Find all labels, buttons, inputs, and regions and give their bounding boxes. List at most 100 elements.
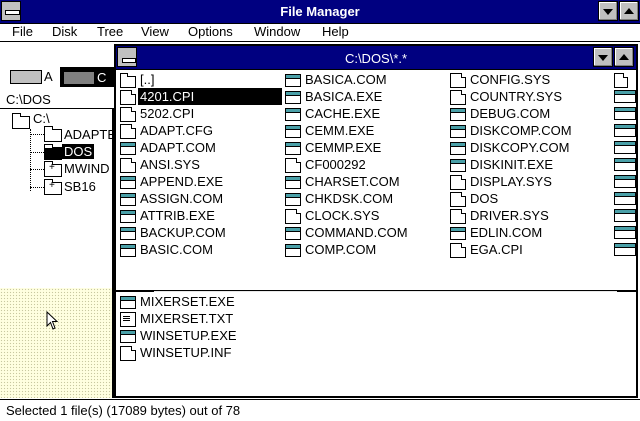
file-name: DOS [470,191,499,206]
file-name: APPEND.EXE [140,174,224,189]
drive-c[interactable]: C [60,67,114,87]
document-icon [450,209,466,224]
file-name: BACKUP.COM [140,225,226,240]
minimize-button[interactable] [598,1,618,21]
file-name: DISKCOPY.COM [470,140,570,155]
plus-icon: + [49,180,55,191]
file-name: CHARSET.COM [305,174,400,189]
program-icon[interactable] [614,158,636,171]
menu-file[interactable]: File [12,24,33,39]
menu-window[interactable]: Window [254,24,300,39]
file-name: ANSI.SYS [140,157,200,172]
lower-file-list[interactable]: MIXERSET.EXE MIXERSET.TXT WINSETUP.EXE WINS… [116,292,636,396]
maximize-icon [624,8,634,14]
tree-item-mwind[interactable]: MWIND [64,161,110,176]
menu-disk[interactable]: Disk [52,24,77,39]
menu-bar: File Disk Tree View Options Window Help [0,24,640,42]
file-name: WINSETUP.EXE [140,328,237,343]
status-text: Selected 1 file(s) (17089 bytes) out of … [6,403,241,418]
tree-item-adapte[interactable]: ADAPTE [64,127,112,142]
program-icon[interactable] [614,90,636,103]
desktop-pattern-area [0,288,114,398]
drive-a[interactable]: A [8,67,58,87]
drive-bar: A C [0,64,114,90]
program-icon [285,244,301,257]
document-icon [120,107,136,122]
program-icon[interactable] [614,226,636,239]
menu-options[interactable]: Options [188,24,233,39]
directory-tree[interactable]: C:\ ADAPTE DOS + MWIND + SB16 [0,108,114,288]
file-name: DRIVER.SYS [470,208,549,223]
folder-icon [120,73,136,88]
current-path-label: C:\DOS [6,92,51,107]
program-icon[interactable] [614,243,636,256]
file-name: ASSIGN.COM [140,191,224,206]
program-icon[interactable] [614,141,636,154]
file-name: BASICA.COM [305,72,387,87]
file-name: ATTRIB.EXE [140,208,215,223]
program-icon[interactable] [614,192,636,205]
text-document-icon [120,312,136,327]
child-minimize-button[interactable] [593,47,613,67]
program-icon [285,74,301,87]
tree-connector [30,187,44,188]
program-icon[interactable] [614,175,636,188]
tree-item-dos[interactable]: DOS [62,144,95,159]
program-icon [450,108,466,121]
document-icon [120,90,136,105]
file-name: 4201.CPI [138,88,282,105]
program-icon[interactable] [614,124,636,137]
file-name: EGA.CPI [470,242,523,257]
file-name: WINSETUP.INF [140,345,232,360]
program-icon [450,125,466,138]
tree-item-sb16[interactable]: SB16 [64,179,96,194]
floppy-drive-icon [10,70,42,84]
file-name: [..] [140,72,155,87]
file-name: COUNTRY.SYS [470,89,562,104]
directory-window[interactable]: C:\DOS\*.* [..] 4201.CPI 5202.CPI ADAPT.CFG… [114,44,638,398]
status-bar: Selected 1 file(s) (17089 bytes) out of … [0,399,640,421]
file-name: BASIC.COM [140,242,213,257]
title-bar[interactable]: File Manager [0,0,640,24]
hard-drive-icon [63,71,95,85]
file-name: DEBUG.COM [470,106,551,121]
menu-tree[interactable]: Tree [97,24,123,39]
window-title: File Manager [280,4,360,19]
minimize-icon [598,55,608,61]
program-icon [120,142,136,155]
file-name: ADAPT.CFG [140,123,213,138]
document-icon [285,158,301,173]
plus-icon: + [49,162,55,173]
program-icon [450,142,466,155]
program-icon [285,227,301,240]
program-icon [120,227,136,240]
file-name: DISKCOMP.COM [470,123,572,138]
document-icon [285,209,301,224]
mouse-pointer-icon [46,311,59,330]
maximize-button[interactable] [619,1,639,21]
tree-root-label[interactable]: C:\ [33,111,50,126]
drive-c-label: C [97,70,107,85]
directory-window-title-bar[interactable]: C:\DOS\*.* [116,46,636,70]
program-icon[interactable] [614,107,636,120]
tree-connector [30,129,31,191]
child-maximize-button[interactable] [614,47,634,67]
open-folder-icon [12,113,30,129]
file-name: BASICA.EXE [305,89,383,104]
file-name: DISPLAY.SYS [470,174,552,189]
document-icon [120,158,136,173]
menu-view[interactable]: View [141,24,169,39]
document-icon[interactable] [614,73,628,88]
tree-connector [30,152,44,153]
minimize-icon [603,9,613,15]
open-folder-icon [44,144,62,160]
menu-help[interactable]: Help [322,24,349,39]
document-icon [120,124,136,139]
program-icon [285,176,301,189]
document-icon [450,192,466,207]
directory-window-title: C:\DOS\*.* [344,51,408,66]
file-name: COMMAND.COM [305,225,408,240]
program-icon[interactable] [614,209,636,222]
file-name: ADAPT.COM [140,140,216,155]
file-list[interactable]: [..] 4201.CPI 5202.CPI ADAPT.CFG ADAPT.COM AN… [116,70,636,290]
